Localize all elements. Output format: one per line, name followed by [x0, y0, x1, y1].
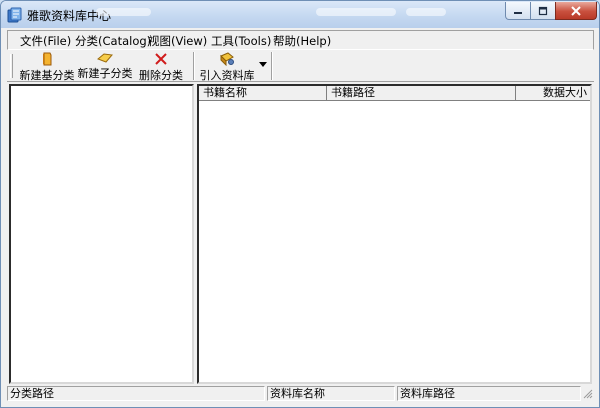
delete-category-label: 删除分类 [139, 69, 183, 82]
new-root-category-label: 新建基分类 [19, 69, 75, 82]
book-icon [39, 52, 55, 66]
menu-tools[interactable]: 工具(Tools) [210, 33, 272, 48]
close-icon [571, 5, 581, 16]
list-header: 书籍名称 书籍路径 数据大小 [199, 86, 590, 101]
import-icon [219, 52, 235, 66]
menu-bar: 文件(File) 分类(Catalog) 视图(View) 工具(Tools) … [7, 30, 594, 50]
book-list[interactable]: 书籍名称 书籍路径 数据大小 [197, 84, 592, 384]
delete-category-button[interactable]: 删除分类 [137, 52, 185, 82]
close-button[interactable] [555, 2, 597, 20]
column-header-data-size[interactable]: 数据大小 [516, 86, 590, 101]
column-header-book-path[interactable]: 书籍路径 [327, 86, 516, 101]
minimize-icon [514, 11, 522, 14]
toolbar-grip[interactable] [10, 54, 13, 78]
status-library-path: 资料库路径 [397, 386, 581, 401]
toolbar-separator [271, 52, 273, 80]
title-bar[interactable]: 雅歌资料库中心 [1, 1, 599, 28]
app-window: 雅歌资料库中心 文件(File) 分类(Catalog) 视图(View) 工具… [0, 0, 600, 408]
status-bar: 分类路径 资料库名称 资料库路径 [7, 385, 594, 402]
category-tree[interactable] [9, 84, 194, 384]
red-x-icon [153, 52, 169, 66]
menu-help[interactable]: 帮助(Help) [272, 33, 332, 48]
resize-grip-icon[interactable] [582, 388, 593, 402]
menu-catalog[interactable]: 分类(Catalog) [74, 33, 152, 48]
client-area: 文件(File) 分类(Catalog) 视图(View) 工具(Tools) … [7, 28, 594, 404]
minimize-button[interactable] [505, 2, 531, 20]
status-category-path: 分类路径 [7, 386, 265, 401]
new-sub-category-label: 新建子分类 [77, 67, 133, 80]
tag-icon [97, 52, 113, 64]
new-sub-category-button[interactable]: 新建子分类 [77, 52, 133, 80]
app-icon [7, 7, 23, 23]
import-library-label: 引入资料库 [199, 69, 255, 82]
maximize-button[interactable] [530, 2, 556, 20]
toolbar: 新建基分类 新建子分类 删除分类 引入资料库 [7, 50, 594, 82]
column-header-book-name[interactable]: 书籍名称 [199, 86, 327, 101]
title-glare [96, 8, 151, 16]
title-glare [316, 8, 396, 16]
import-library-button[interactable]: 引入资料库 [199, 52, 255, 82]
menu-view[interactable]: 视图(View) [147, 33, 208, 48]
new-root-category-button[interactable]: 新建基分类 [19, 52, 75, 82]
toolbar-separator [193, 52, 195, 80]
maximize-icon [538, 6, 548, 15]
import-dropdown-arrow-icon[interactable] [259, 62, 267, 67]
title-glare [406, 8, 446, 16]
menu-file[interactable]: 文件(File) [19, 33, 72, 48]
status-library-name: 资料库名称 [267, 386, 395, 401]
